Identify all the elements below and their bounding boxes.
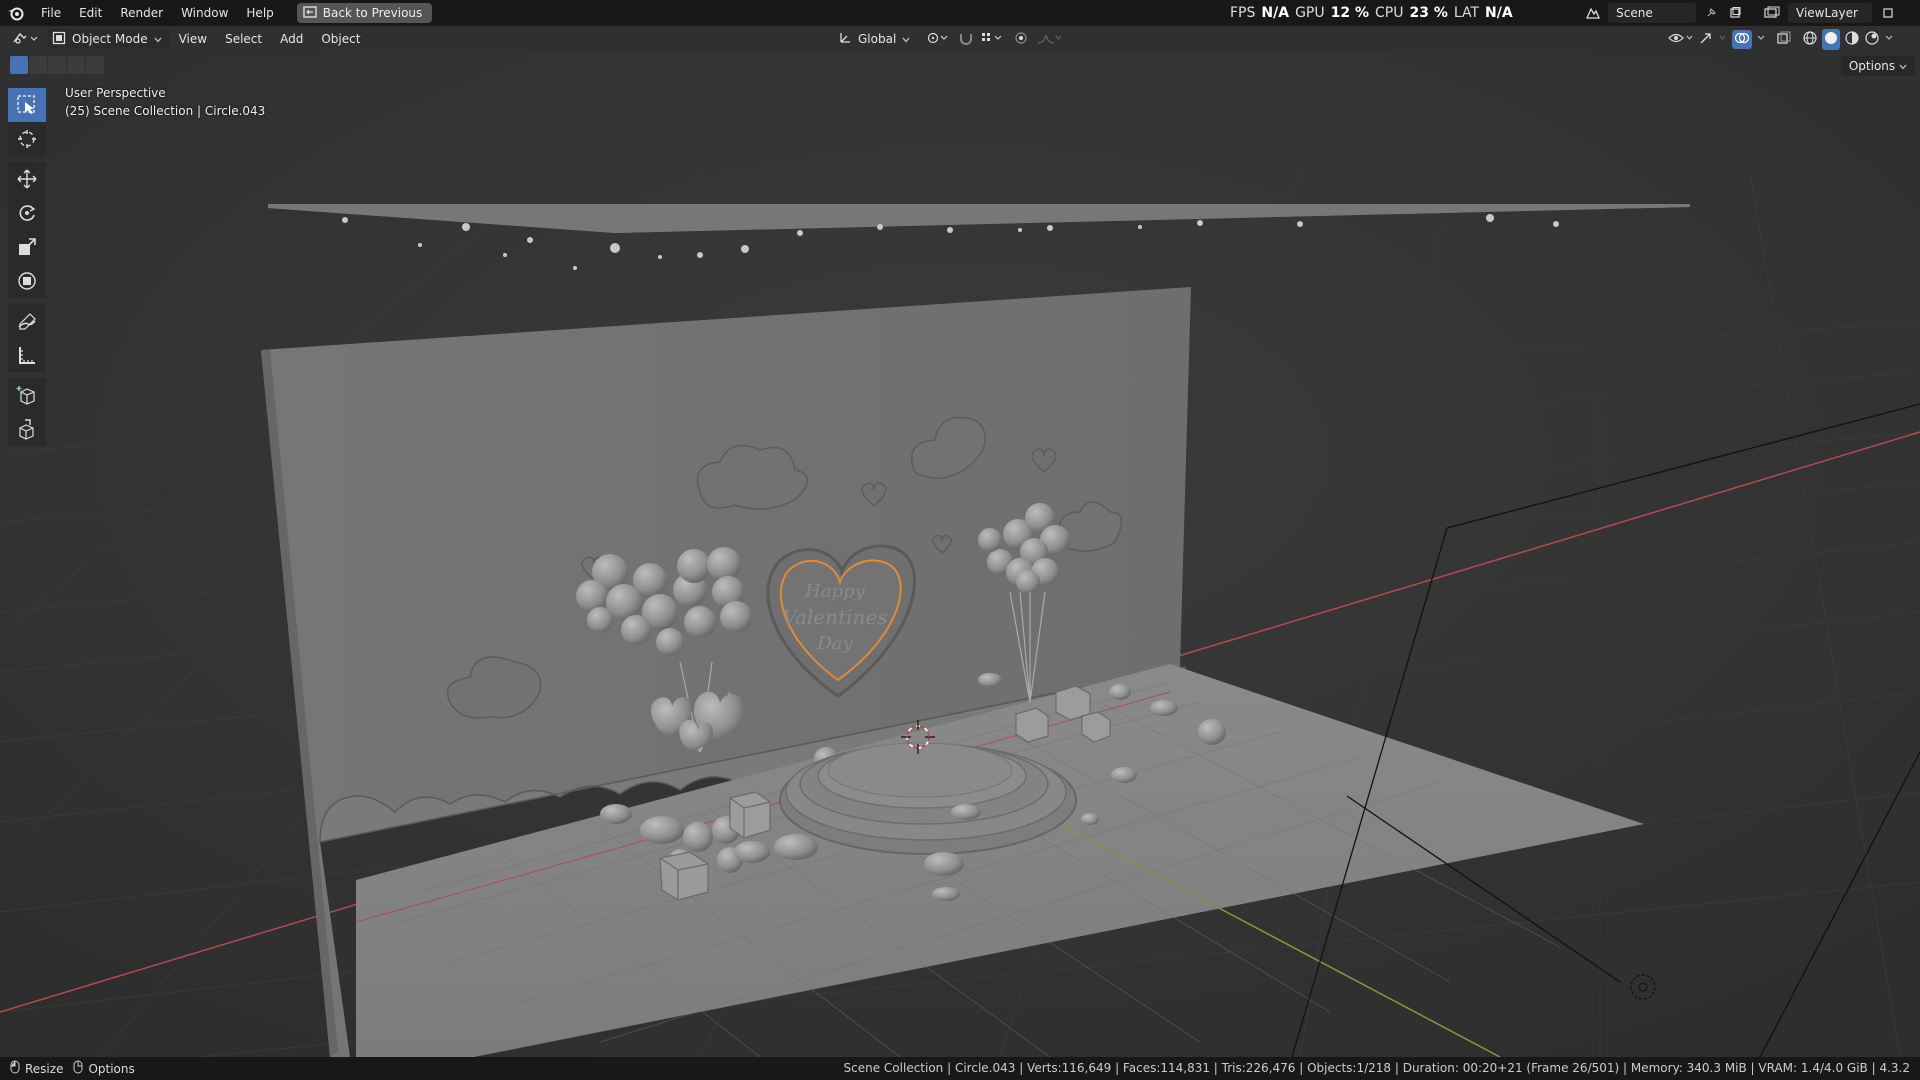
pivot-point-icon[interactable]	[926, 31, 948, 48]
overlays-icon[interactable]	[1732, 29, 1752, 49]
menu-object[interactable]: Object	[312, 32, 369, 46]
menu-edit[interactable]: Edit	[70, 0, 111, 26]
menu-help[interactable]: Help	[237, 0, 282, 26]
shading-wireframe-icon[interactable]	[1802, 30, 1818, 49]
fps-label: FPS	[1230, 5, 1256, 21]
blender-logo-icon[interactable]	[0, 0, 32, 26]
menu-window[interactable]: Window	[172, 0, 237, 26]
visibility-eye-icon[interactable]	[1668, 31, 1694, 48]
shading-rendered-icon[interactable]	[1864, 30, 1880, 49]
viewport-header: Object Mode View Select Add Object Globa…	[0, 26, 1920, 52]
select-mode-invert-icon[interactable]	[67, 56, 85, 74]
overlays-chevron-icon[interactable]	[1756, 31, 1766, 48]
new-scene-icon[interactable]	[1726, 3, 1744, 23]
snap-grid-icon[interactable]	[980, 31, 1002, 48]
chevron-down-icon	[154, 32, 162, 46]
scene-icon[interactable]	[1584, 3, 1602, 23]
viewport-collection-label: (25) Scene Collection | Circle.043	[65, 104, 266, 118]
cpu-label: CPU	[1375, 5, 1404, 21]
extrude-icon[interactable]	[8, 412, 46, 446]
back-to-previous-label: Back to Previous	[322, 6, 423, 20]
scene-selector: Scene	[1584, 2, 1744, 24]
top-menu-bar: File Edit Render Window Help Back to Pre…	[0, 0, 1920, 26]
shading-material-icon[interactable]	[1844, 30, 1860, 49]
mouse-left-icon	[10, 1060, 20, 1077]
menu-select[interactable]: Select	[216, 32, 271, 46]
back-to-previous-button[interactable]: Back to Previous	[296, 3, 433, 23]
editor-type-icon[interactable]	[12, 30, 38, 49]
chevron-down-icon	[1899, 59, 1907, 73]
select-mode-extend-icon[interactable]	[29, 56, 47, 74]
select-mode-buttons	[10, 56, 104, 74]
viewport-display-controls	[1668, 28, 1894, 50]
lat-value: N/A	[1485, 5, 1513, 21]
measure-icon[interactable]	[8, 338, 46, 372]
status-options-label: Options	[88, 1061, 135, 1076]
proportional-edit-icon[interactable]	[1014, 31, 1030, 48]
gpu-label: GPU	[1295, 5, 1325, 21]
transform-orientation-dropdown[interactable]: Global	[838, 29, 1062, 49]
object-mode-label: Object Mode	[72, 32, 148, 46]
performance-stats: FPS N/A GPU 12 % CPU 23 % LAT N/A	[1230, 0, 1513, 26]
orientation-label: Global	[858, 32, 897, 46]
annotate-icon[interactable]	[8, 304, 46, 338]
add-cube-icon[interactable]	[8, 378, 46, 412]
status-bar: Resize Options Scene Collection | Circle…	[0, 1057, 1920, 1080]
tool-shelf	[8, 88, 46, 446]
rotate-icon[interactable]	[8, 196, 46, 230]
cpu-value: 23 %	[1409, 5, 1448, 21]
gpu-value: 12 %	[1330, 5, 1369, 21]
orientation-axes-icon	[838, 31, 852, 48]
shading-chevron-icon[interactable]	[1884, 31, 1894, 48]
gizmo-toggle-icon[interactable]	[1698, 31, 1728, 48]
svg-text:Happy: Happy	[804, 581, 865, 602]
menu-file[interactable]: File	[32, 0, 70, 26]
options-label: Options	[1848, 59, 1896, 73]
select-box-icon[interactable]	[8, 88, 46, 122]
viewport-options-dropdown[interactable]: Options	[1841, 56, 1915, 76]
viewport-perspective-label: User Perspective	[65, 86, 166, 100]
view-layer-icon[interactable]	[1762, 3, 1782, 23]
cursor-icon[interactable]	[8, 122, 46, 156]
svg-text:Day: Day	[816, 633, 853, 654]
status-resize-label: Resize	[25, 1061, 64, 1076]
menu-render[interactable]: Render	[111, 0, 172, 26]
pin-icon[interactable]	[1702, 3, 1720, 23]
status-resize: Resize	[0, 1060, 63, 1077]
falloff-curve-icon[interactable]	[1036, 31, 1062, 48]
select-mode-subtract-icon[interactable]	[48, 56, 66, 74]
transform-icon[interactable]	[8, 264, 46, 298]
fps-value: N/A	[1261, 5, 1290, 21]
xray-toggle-icon[interactable]	[1776, 31, 1792, 48]
view-layer-name-field[interactable]: ViewLayer	[1788, 3, 1872, 23]
scale-icon[interactable]	[8, 230, 46, 264]
object-mode-icon	[52, 31, 66, 48]
3d-viewport[interactable]: Happy Valentines Day	[0, 52, 1920, 1057]
mouse-right-icon	[73, 1060, 83, 1077]
select-mode-intersect-icon[interactable]	[86, 56, 104, 74]
chevron-down-icon	[902, 32, 910, 46]
menu-add[interactable]: Add	[271, 32, 312, 46]
screen-back-icon	[303, 5, 317, 21]
view-layer-selector: ViewLayer	[1762, 2, 1920, 24]
select-mode-new-icon[interactable]	[10, 56, 28, 74]
new-view-layer-icon[interactable]	[1878, 3, 1898, 23]
object-mode-dropdown[interactable]: Object Mode	[48, 29, 170, 49]
move-icon[interactable]	[8, 162, 46, 196]
lat-label: LAT	[1453, 5, 1480, 21]
menu-view[interactable]: View	[170, 32, 216, 46]
shading-solid-icon[interactable]	[1822, 28, 1840, 50]
scene-name-field[interactable]: Scene	[1608, 3, 1696, 23]
svg-text:Valentines: Valentines	[782, 605, 887, 629]
status-options: Options	[63, 1060, 135, 1077]
scene-statistics: Scene Collection | Circle.043 | Verts:11…	[843, 1061, 1910, 1075]
snap-magnet-icon[interactable]	[958, 31, 974, 48]
